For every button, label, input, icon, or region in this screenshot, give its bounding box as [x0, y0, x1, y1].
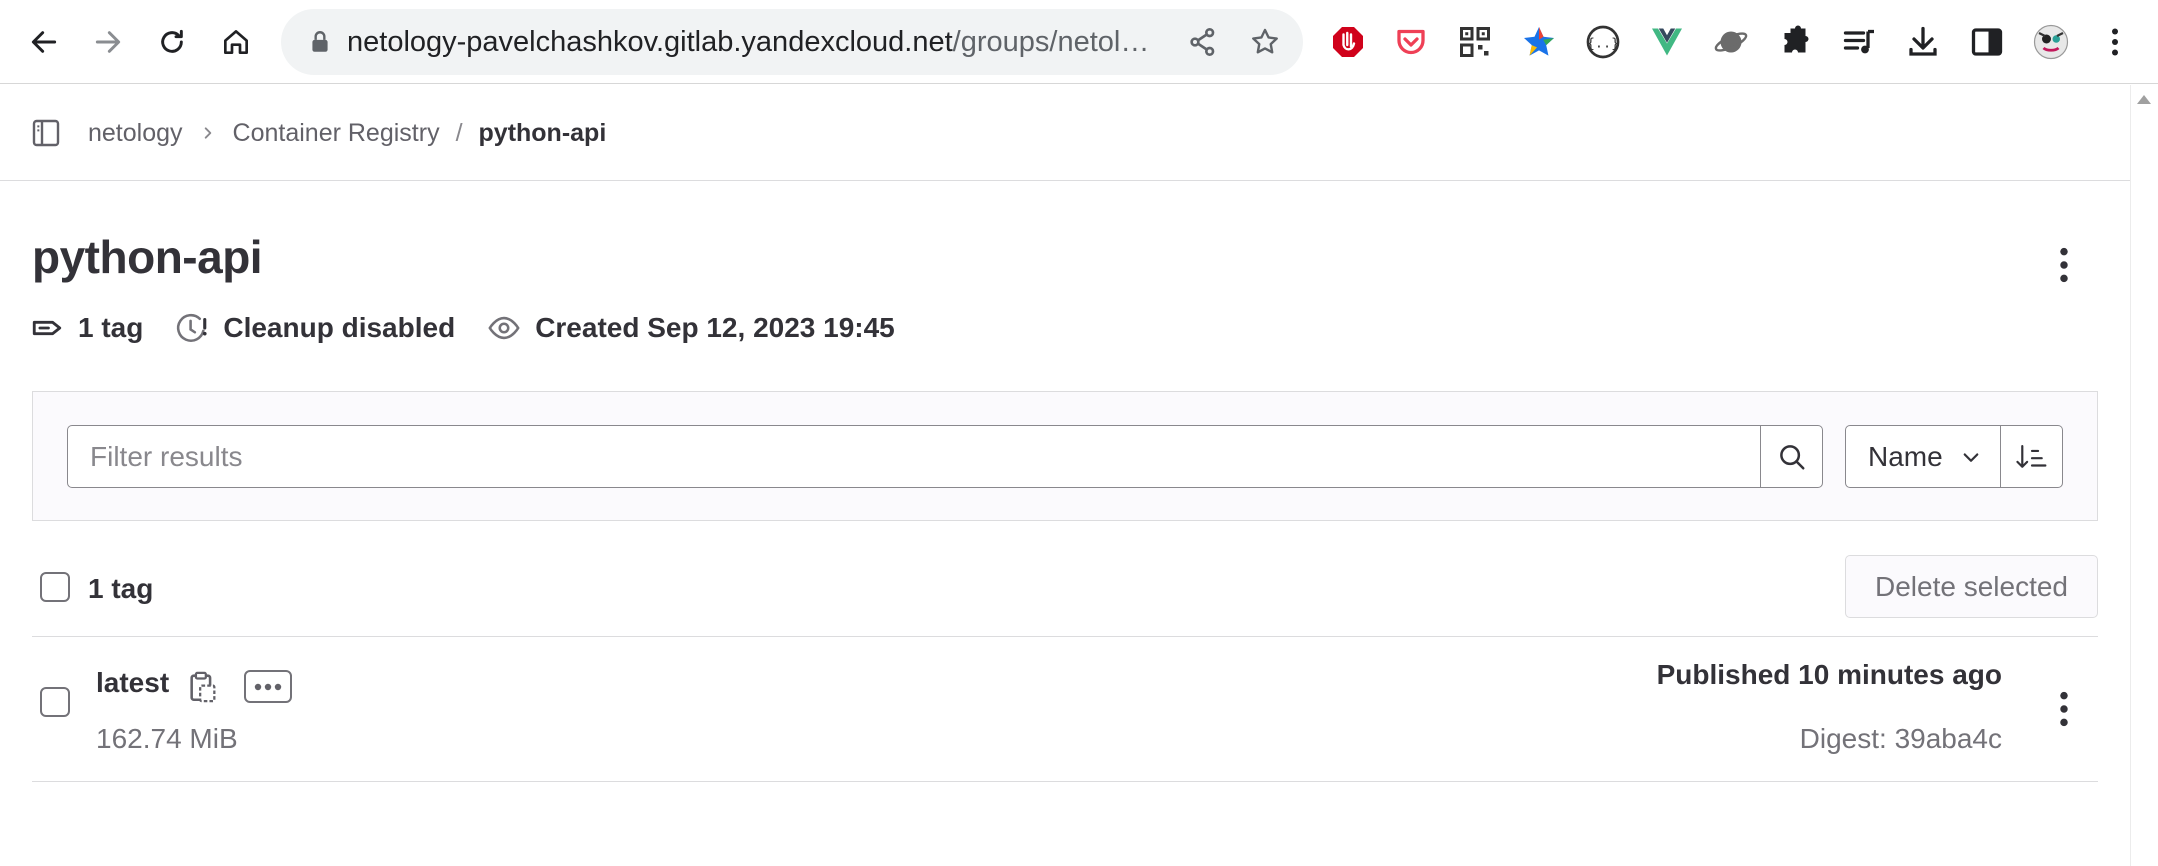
extensions-puzzle-icon[interactable]: [1773, 20, 1817, 64]
back-button[interactable]: [18, 16, 70, 68]
colorful-star-icon[interactable]: [1517, 20, 1561, 64]
copy-clipboard-icon[interactable]: [188, 670, 218, 704]
image-metadata: 1 tag Cleanup disabled Created Sep 12, 2…: [30, 305, 927, 351]
arrow-right-icon: [95, 31, 121, 53]
side-panel-icon[interactable]: [1965, 20, 2009, 64]
tag-icon: [32, 320, 62, 336]
sort-by-dropdown[interactable]: Name: [1845, 425, 2001, 488]
search-box: [67, 425, 1823, 488]
svg-text:{..}: {..}: [1587, 35, 1620, 51]
address-bar[interactable]: netology-pavelchashkov.gitlab.yandexclou…: [281, 9, 1303, 75]
search-icon: [1779, 444, 1804, 469]
search-button[interactable]: [1760, 425, 1823, 488]
table-row: latest 162.74 MiB Published 10 minutes a…: [32, 636, 2098, 782]
scrollbar[interactable]: [2130, 85, 2158, 866]
chevron-right-icon: [204, 127, 211, 139]
tag-size: 162.74 MiB: [96, 723, 238, 754]
sort-direction-button[interactable]: [2001, 425, 2063, 488]
profile-avatar[interactable]: [2029, 20, 2073, 64]
url-text: netology-pavelchashkov.gitlab.yandexclou…: [347, 9, 1157, 75]
eye-icon: [488, 316, 520, 340]
page-actions-kebab-icon[interactable]: [2048, 245, 2080, 285]
delete-selected-button[interactable]: Delete selected: [1845, 555, 2098, 618]
meta-cleanup-label: Cleanup disabled: [223, 312, 456, 343]
sidebar-toggle-icon[interactable]: [30, 117, 62, 149]
media-control-icon[interactable]: [1837, 20, 1881, 64]
share-icon[interactable]: [1187, 26, 1219, 58]
breadcrumb-item-registry[interactable]: Container Registry: [233, 119, 440, 148]
tag-name: latest: [96, 667, 170, 698]
row-actions-kebab-icon[interactable]: [2048, 689, 2080, 729]
url-host: netology-pavelchashkov.gitlab.yandexclou…: [347, 26, 953, 58]
clock-warning-icon: [177, 313, 207, 342]
lock-icon: [312, 31, 328, 52]
page-content: netology Container Registry / python-api…: [0, 85, 2130, 866]
tag-digest: Digest: 39aba4c: [1799, 723, 2002, 754]
chrome-menu-icon[interactable]: [2093, 20, 2137, 64]
vue-devtools-icon[interactable]: [1645, 20, 1689, 64]
home-button[interactable]: [210, 16, 262, 68]
qr-code-icon[interactable]: [1453, 20, 1497, 64]
select-all-checkbox[interactable]: [40, 572, 70, 602]
page-title: python-api: [32, 231, 263, 283]
forward-button[interactable]: [82, 16, 134, 68]
meta-created: Created Sep 12, 2023 19:45: [487, 311, 895, 345]
ellipsis-icon: [254, 683, 282, 690]
scroll-up-arrow-icon[interactable]: [2137, 95, 2151, 104]
row-select-checkbox[interactable]: [40, 687, 70, 717]
browser-toolbar: netology-pavelchashkov.gitlab.yandexclou…: [0, 0, 2158, 84]
planet-icon[interactable]: [1709, 20, 1753, 64]
breadcrumb: netology Container Registry / python-api: [88, 85, 606, 181]
arrow-left-icon: [31, 31, 57, 53]
json-viewer-icon[interactable]: {..}: [1581, 20, 1625, 64]
download-icon[interactable]: [1901, 20, 1945, 64]
meta-tag-count-label: 1 tag: [78, 312, 144, 343]
ublock-icon[interactable]: [1326, 20, 1370, 64]
breadcrumb-current[interactable]: python-api: [479, 119, 607, 148]
url-path: /groups/netol…: [952, 26, 1150, 58]
filter-input[interactable]: [68, 426, 1761, 487]
expand-details-button[interactable]: [244, 670, 292, 703]
reload-icon: [161, 29, 183, 53]
sort-controls: Name: [1845, 425, 2063, 488]
tag-count-label: 1 tag: [88, 573, 154, 604]
top-bar: netology Container Registry / python-api: [0, 85, 2130, 181]
meta-cleanup: Cleanup disabled: [175, 311, 455, 345]
filter-panel: Name: [32, 391, 2098, 521]
meta-created-label: Created Sep 12, 2023 19:45: [535, 312, 895, 343]
chevron-down-icon: [1963, 452, 1979, 462]
bookmark-star-icon[interactable]: [1249, 26, 1281, 58]
tag-published: Published 10 minutes ago: [1656, 659, 2002, 690]
breadcrumb-item-group[interactable]: netology: [88, 119, 183, 148]
bulk-actions-row: 1 tag Delete selected: [32, 555, 2098, 627]
reload-button[interactable]: [146, 16, 198, 68]
pocket-icon[interactable]: [1389, 20, 1433, 64]
sort-ascending-icon: [2015, 444, 2046, 468]
meta-tag-count: 1 tag: [30, 311, 143, 345]
sort-by-label: Name: [1868, 440, 1943, 472]
breadcrumb-separator: /: [455, 118, 463, 147]
home-icon: [224, 30, 248, 54]
